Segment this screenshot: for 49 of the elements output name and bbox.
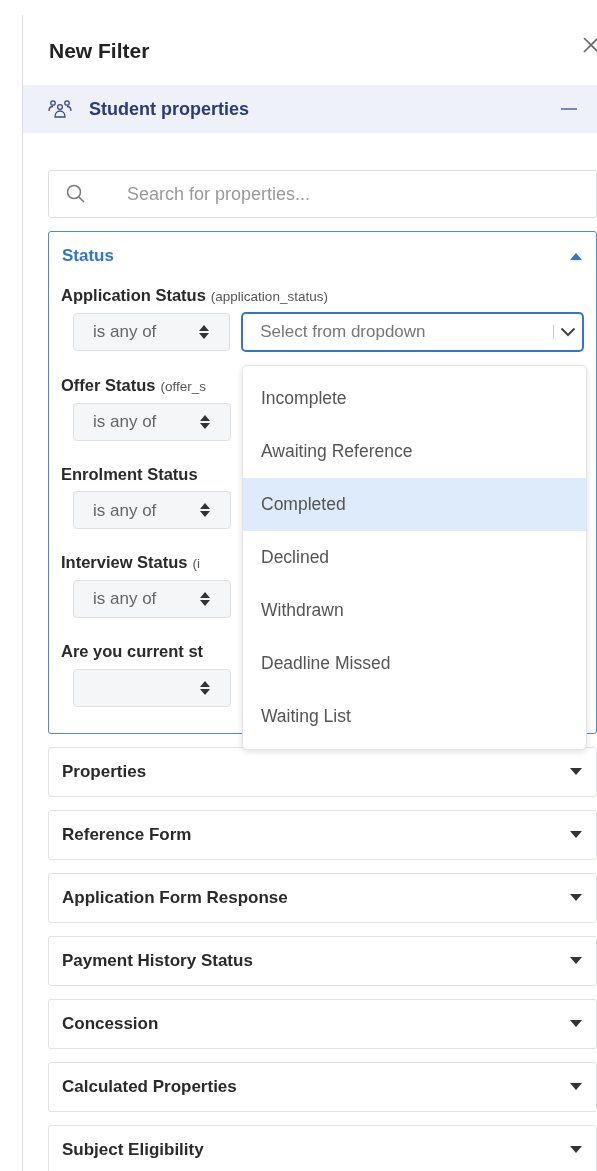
chevron-down-icon — [560, 326, 576, 337]
group-header[interactable]: Student properties — [23, 85, 597, 133]
sort-arrows-icon — [199, 502, 211, 519]
caret-up-icon — [570, 252, 582, 260]
operator-select[interactable]: is any of — [73, 312, 231, 351]
field-label: Interview Status — [61, 552, 188, 574]
field-label: Offer Status — [61, 374, 156, 396]
caret-down-icon — [570, 1083, 582, 1091]
dropdown-option[interactable]: Declined — [243, 530, 586, 584]
sort-arrows-icon — [198, 323, 211, 340]
caret-down-icon — [570, 1020, 582, 1028]
section-header[interactable]: Application Form Response — [49, 873, 596, 922]
search-icon — [66, 184, 86, 204]
caret-down-icon — [570, 831, 582, 839]
section-header[interactable]: Subject Eligibility — [49, 1125, 596, 1171]
dropdown-option[interactable]: Waiting List — [243, 689, 586, 743]
people-icon — [48, 99, 72, 119]
operator-select[interactable] — [73, 668, 231, 707]
dropdown-option[interactable]: Incomplete — [243, 371, 586, 425]
dropdown-option[interactable]: Completed — [243, 477, 586, 531]
section-header[interactable]: Status — [49, 232, 596, 280]
caret-down-icon — [570, 1146, 582, 1154]
value-select[interactable]: Select from dropdown — [241, 311, 584, 352]
dropdown-option[interactable]: Withdrawn — [243, 583, 586, 637]
dropdown-option[interactable]: Deadline Missed — [243, 636, 586, 690]
operator-select[interactable]: is any of — [73, 402, 231, 441]
section-header[interactable]: Reference Form — [49, 810, 596, 859]
search-field[interactable]: Search for properties... — [48, 170, 597, 218]
field-label: Are you current st — [61, 641, 204, 662]
sort-arrows-icon — [199, 591, 211, 607]
operator-select[interactable]: is any of — [73, 491, 231, 530]
caret-down-icon — [570, 768, 582, 776]
operator-select[interactable]: is any of — [73, 580, 231, 618]
section-header[interactable]: Calculated Properties — [49, 1062, 596, 1111]
dropdown-option[interactable]: Awaiting Reference — [243, 424, 586, 478]
sort-arrows-icon — [199, 679, 211, 696]
caret-down-icon — [570, 894, 582, 902]
caret-down-icon — [570, 957, 582, 965]
field-key: (application_status) — [210, 287, 328, 308]
field-key: (i — [192, 554, 201, 575]
field-key: (offer_s — [160, 376, 206, 397]
section-header[interactable]: Concession — [49, 999, 596, 1048]
panel-title: New Filter — [49, 39, 150, 61]
field-label: Application Status — [61, 285, 206, 306]
section-header[interactable]: Payment History Status — [49, 936, 596, 985]
field-label: Enrolment Status — [61, 463, 198, 485]
section-header[interactable]: Properties — [49, 747, 596, 796]
group-title: Student properties — [89, 97, 249, 121]
sort-arrows-icon — [199, 413, 211, 430]
